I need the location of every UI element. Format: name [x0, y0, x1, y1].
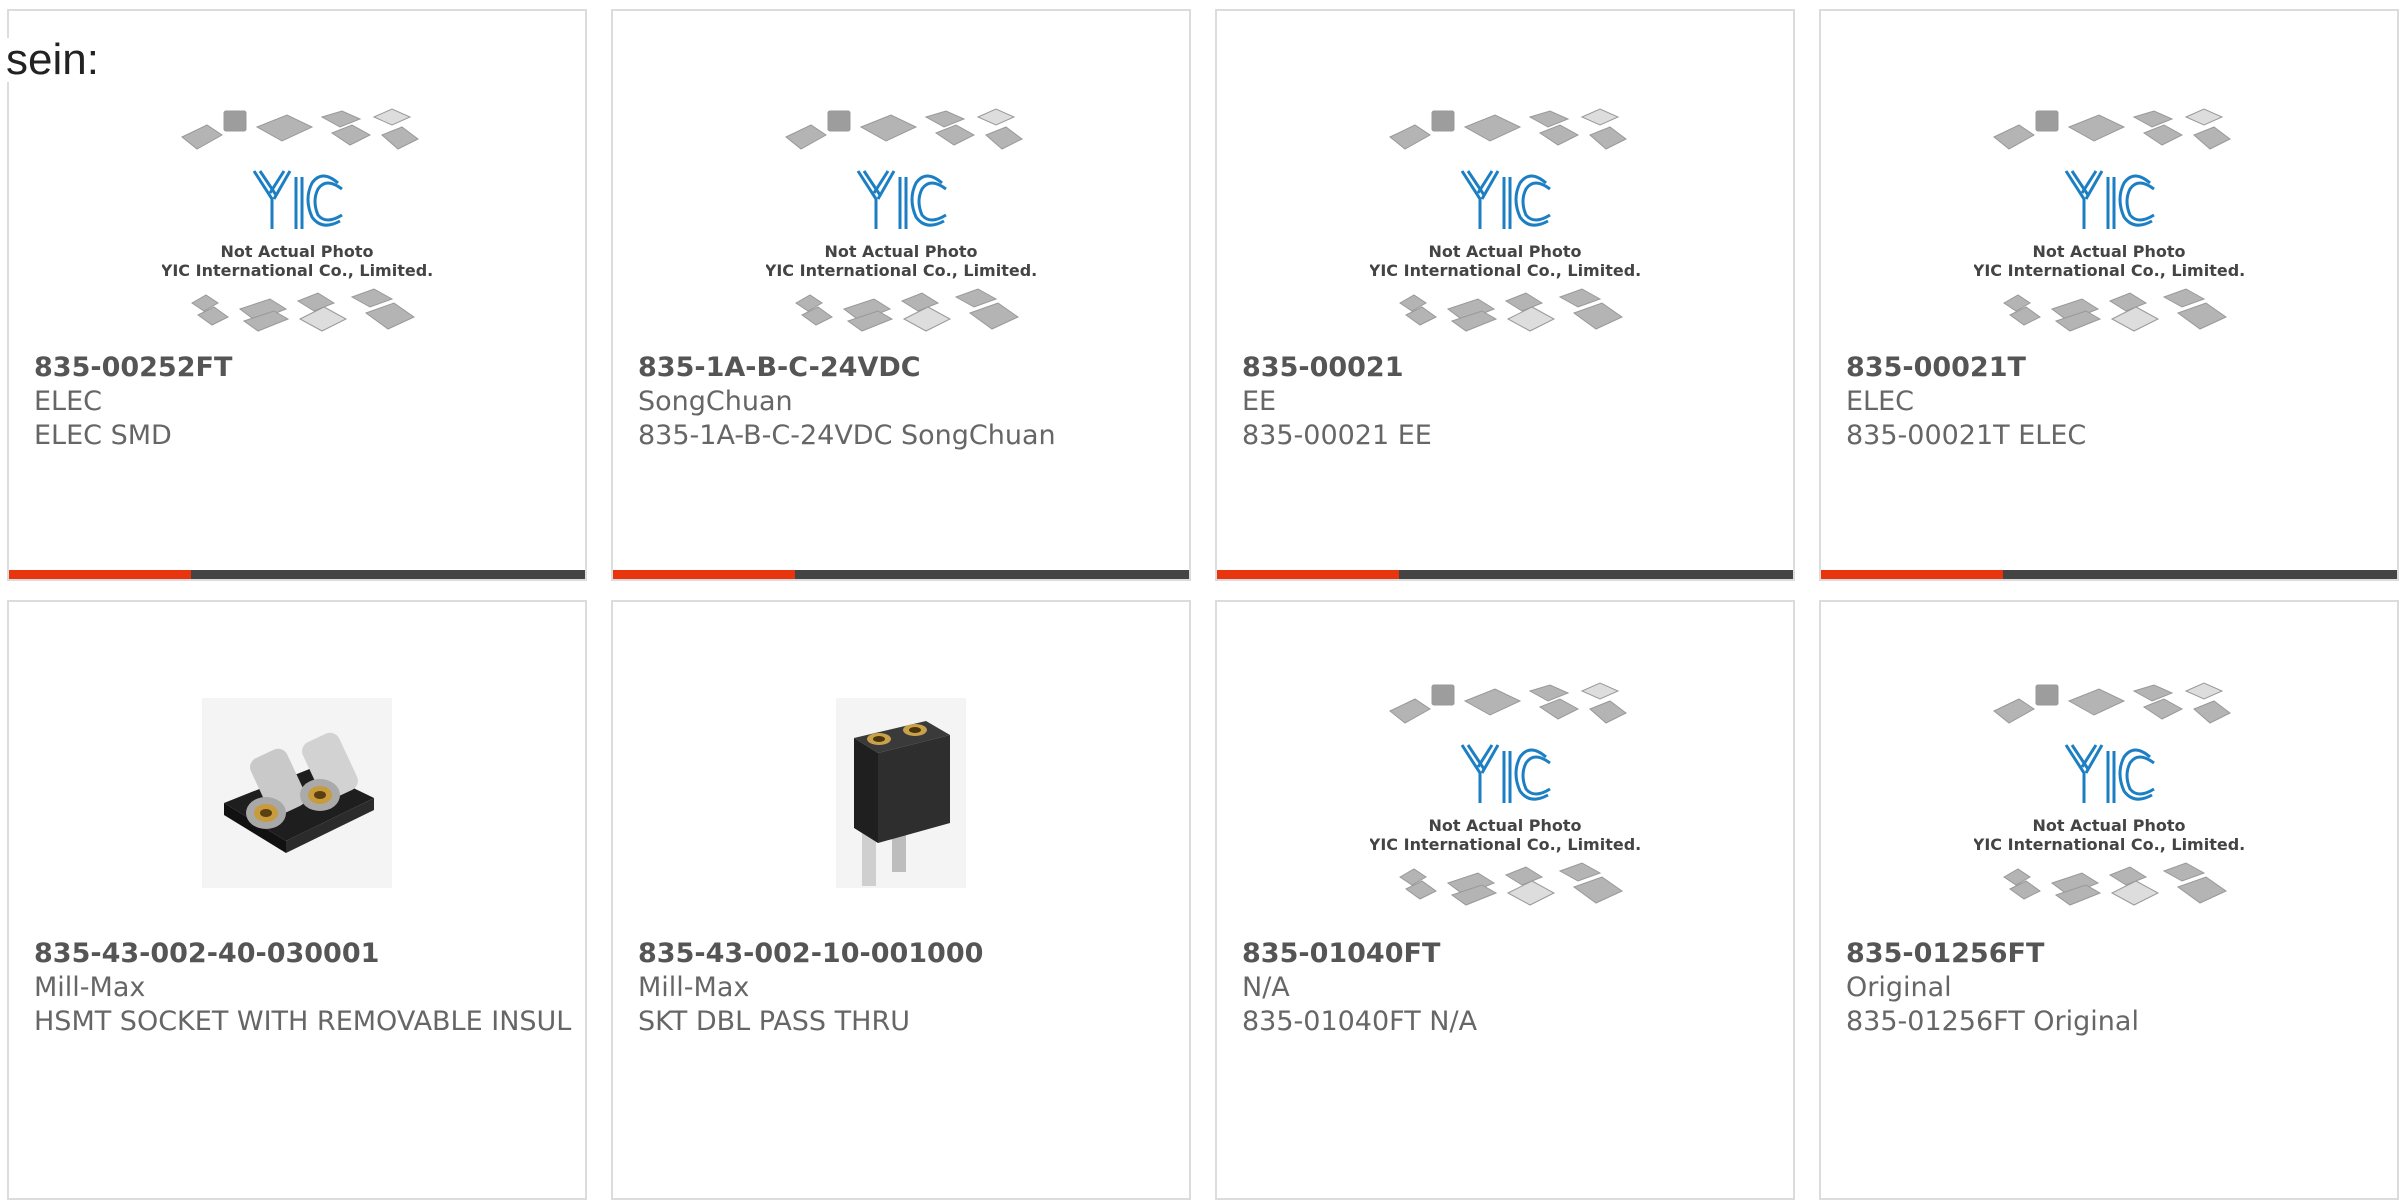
product-description: 835-01040FT N/A: [1242, 1006, 1478, 1037]
placeholder-company: YIC International Co., Limited.: [1974, 261, 2244, 280]
placeholder-caption: Not Actual Photo: [2032, 816, 2185, 835]
card-accent: [1821, 570, 2003, 579]
product-info: 835-00252FT ELEC ELEC SMD: [34, 351, 575, 453]
manufacturer-name: Mill-Max: [34, 972, 146, 1003]
product-image[interactable]: Not Actual Photo YIC International Co., …: [1368, 673, 1641, 913]
manufacturer-name: Mill-Max: [638, 972, 750, 1003]
placeholder-caption: Not Actual Photo: [1428, 242, 1581, 261]
lead-text: sein:: [6, 35, 101, 84]
placeholder-company: YIC International Co., Limited.: [162, 261, 432, 280]
placeholder-logo-icon: Not Actual Photo YIC International Co., …: [1972, 108, 2245, 332]
placeholder-company: YIC International Co., Limited.: [766, 261, 1036, 280]
product-card[interactable]: 835-43-002-40-030001 Mill-Max HSMT SOCKE…: [7, 600, 587, 1200]
card-progress-bar: [613, 570, 1189, 579]
part-number-link[interactable]: 835-00021T: [1846, 351, 2387, 385]
manufacturer-name: N/A: [1242, 972, 1290, 1003]
pin-socket-icon: [836, 698, 966, 888]
product-grid: Not Actual Photo YIC International Co., …: [0, 0, 2400, 1200]
product-image[interactable]: Not Actual Photo YIC International Co., …: [1368, 99, 1641, 339]
product-info: 835-43-002-10-001000 Mill-Max SKT DBL PA…: [638, 937, 1179, 1039]
placeholder-company: YIC International Co., Limited.: [1370, 261, 1640, 280]
manufacturer-name: ELEC: [34, 386, 103, 417]
product-description: 835-00021 EE: [1242, 420, 1432, 451]
product-image[interactable]: [162, 673, 432, 913]
product-info: 835-43-002-40-030001 Mill-Max HSMT SOCKE…: [34, 937, 575, 1039]
card-progress-bar: [9, 570, 585, 579]
card-progress-bar: [1217, 570, 1793, 579]
product-card[interactable]: Not Actual Photo YIC International Co., …: [1819, 9, 2399, 581]
product-description: ELEC SMD: [34, 420, 172, 451]
part-number-link[interactable]: 835-01256FT: [1846, 937, 2387, 971]
product-image[interactable]: Not Actual Photo YIC International Co., …: [764, 99, 1037, 339]
product-description: SKT DBL PASS THRU: [638, 1006, 910, 1037]
placeholder-caption: Not Actual Photo: [824, 242, 977, 261]
product-description: HSMT SOCKET WITH REMOVABLE INSUL: [34, 1006, 572, 1037]
manufacturer-name: SongChuan: [638, 386, 793, 417]
product-description: 835-01256FT Original: [1846, 1006, 2139, 1037]
product-description: 835-00021T ELEC: [1846, 420, 2087, 451]
card-accent: [613, 570, 795, 579]
placeholder-logo-icon: Not Actual Photo YIC International Co., …: [1972, 682, 2245, 906]
part-number-link[interactable]: 835-00252FT: [34, 351, 575, 385]
product-card[interactable]: Not Actual Photo YIC International Co., …: [1215, 600, 1795, 1200]
product-card[interactable]: Not Actual Photo YIC International Co., …: [7, 9, 587, 581]
manufacturer-name: Original: [1846, 972, 1952, 1003]
product-info: 835-00021 EE 835-00021 EE: [1242, 351, 1783, 453]
manufacturer-name: ELEC: [1846, 386, 1915, 417]
product-info: 835-01040FT N/A 835-01040FT N/A: [1242, 937, 1783, 1039]
product-info: 835-1A-B-C-24VDC SongChuan 835-1A-B-C-24…: [638, 351, 1179, 453]
part-number-link[interactable]: 835-43-002-10-001000: [638, 937, 1179, 971]
part-number-link[interactable]: 835-01040FT: [1242, 937, 1783, 971]
placeholder-caption: Not Actual Photo: [2032, 242, 2185, 261]
placeholder-logo-icon: Not Actual Photo YIC International Co., …: [1368, 108, 1641, 332]
card-accent: [9, 570, 191, 579]
placeholder-caption: Not Actual Photo: [1428, 816, 1581, 835]
placeholder-company: YIC International Co., Limited.: [1974, 835, 2244, 854]
product-card[interactable]: Not Actual Photo YIC International Co., …: [1819, 600, 2399, 1200]
card-progress-bar: [1821, 570, 2397, 579]
product-card[interactable]: Not Actual Photo YIC International Co., …: [1215, 9, 1795, 581]
placeholder-company: YIC International Co., Limited.: [1370, 835, 1640, 854]
placeholder-logo-icon: Not Actual Photo YIC International Co., …: [764, 108, 1037, 332]
manufacturer-name: EE: [1242, 386, 1277, 417]
product-card[interactable]: 835-43-002-10-001000 Mill-Max SKT DBL PA…: [611, 600, 1191, 1200]
placeholder-logo-icon: Not Actual Photo YIC International Co., …: [160, 108, 433, 332]
socket-icon: [202, 698, 392, 888]
part-number-link[interactable]: 835-1A-B-C-24VDC: [638, 351, 1179, 385]
card-accent: [1217, 570, 1399, 579]
part-number-link[interactable]: 835-00021: [1242, 351, 1783, 385]
product-info: 835-01256FT Original 835-01256FT Origina…: [1846, 937, 2387, 1039]
product-card[interactable]: Not Actual Photo YIC International Co., …: [611, 9, 1191, 581]
placeholder-logo-icon: Not Actual Photo YIC International Co., …: [1368, 682, 1641, 906]
product-image[interactable]: Not Actual Photo YIC International Co., …: [1972, 99, 2245, 339]
product-info: 835-00021T ELEC 835-00021T ELEC: [1846, 351, 2387, 453]
product-image[interactable]: Not Actual Photo YIC International Co., …: [160, 99, 433, 339]
product-image[interactable]: [766, 673, 1036, 913]
placeholder-caption: Not Actual Photo: [220, 242, 373, 261]
part-number-link[interactable]: 835-43-002-40-030001: [34, 937, 575, 971]
product-image[interactable]: Not Actual Photo YIC International Co., …: [1972, 673, 2245, 913]
product-description: 835-1A-B-C-24VDC SongChuan: [638, 420, 1056, 451]
